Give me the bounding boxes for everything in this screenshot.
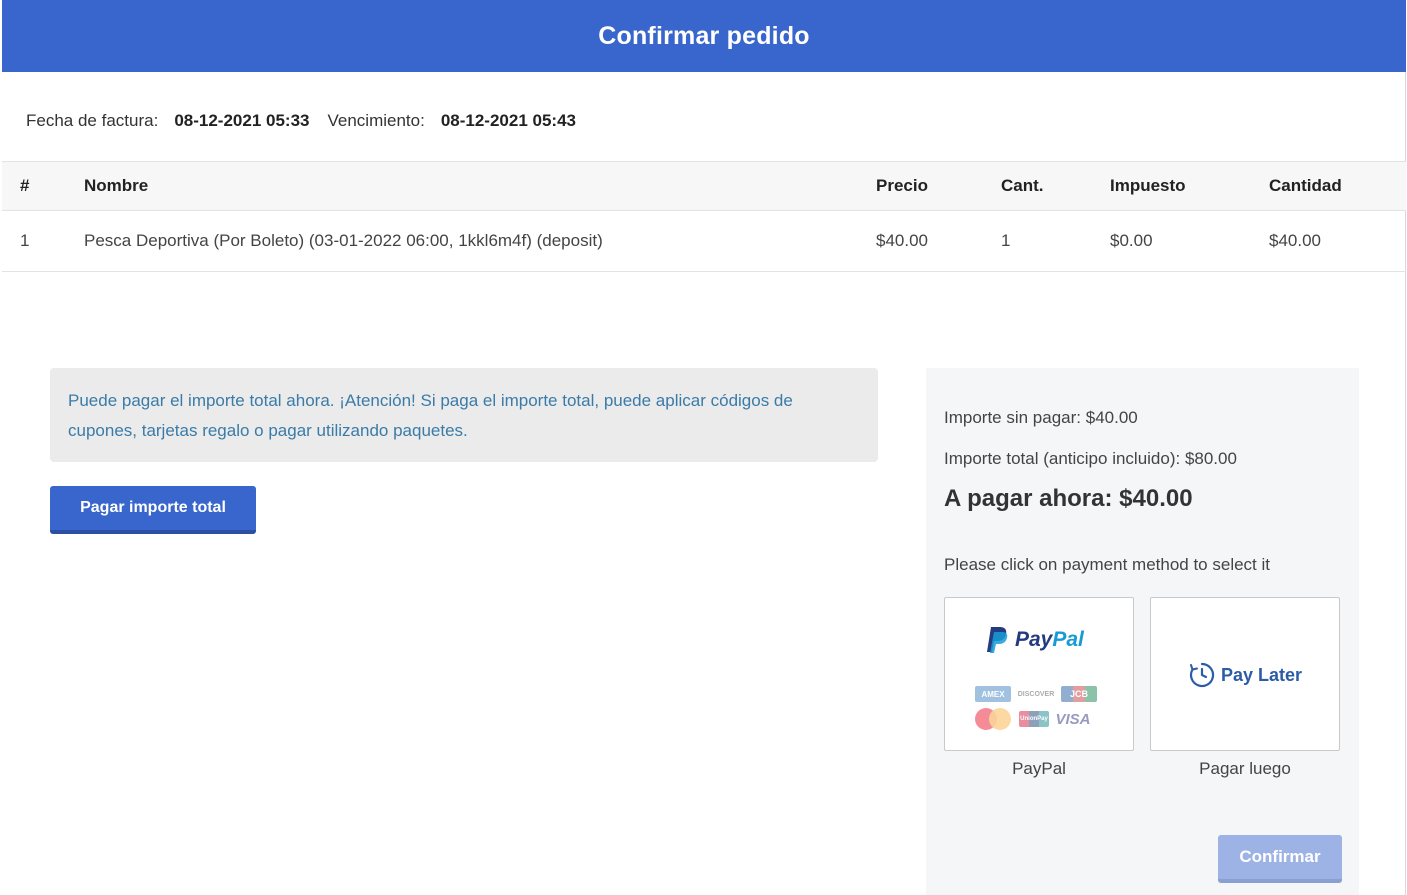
due-date-value: 08-12-2021 05:43 bbox=[440, 111, 576, 130]
jcb-icon: JCB bbox=[1061, 686, 1097, 702]
page-header: Confirmar pedido bbox=[2, 0, 1406, 72]
discover-icon: DISCOVER bbox=[1017, 690, 1055, 698]
pay-later-logo: Pay Later bbox=[1189, 662, 1302, 688]
invoice-date-value: 08-12-2021 05:33 bbox=[174, 111, 310, 130]
invoice-date-label: Fecha de factura: bbox=[26, 111, 159, 130]
payment-summary-panel: Importe sin pagar: $40.00 Importe total … bbox=[926, 368, 1359, 895]
order-page: Confirmar pedido Fecha de factura: 08-12-… bbox=[2, 0, 1406, 895]
row-number: 1 bbox=[20, 231, 30, 250]
row-tax: $0.00 bbox=[1110, 231, 1153, 250]
pay-later-caption: Pagar luego bbox=[1199, 759, 1291, 778]
row-quantity: 1 bbox=[1001, 231, 1011, 250]
mastercard-icon bbox=[975, 708, 1013, 730]
visa-icon: VISA bbox=[1055, 710, 1091, 728]
column-header-amount: Cantidad bbox=[1269, 176, 1342, 195]
accepted-cards: AMEX DISCOVER JCB UnionPay VISA bbox=[975, 686, 1105, 736]
payment-method-hint: Please click on payment method to select… bbox=[944, 555, 1270, 574]
paypal-caption: PayPal bbox=[1012, 759, 1066, 778]
row-name: Pesca Deportiva (Por Boleto) (03-01-2022… bbox=[84, 231, 603, 250]
pay-later-wordmark: Pay Later bbox=[1221, 664, 1303, 685]
column-header-tax: Impuesto bbox=[1110, 176, 1186, 195]
column-header-name: Nombre bbox=[84, 176, 149, 195]
payment-method-paypal[interactable]: PayPal AMEX DISCOVER JCB UnionPay VISA bbox=[944, 597, 1134, 751]
paypal-word-pal: Pal bbox=[1052, 628, 1084, 651]
page-title: Confirmar pedido bbox=[598, 21, 810, 50]
total-amount: Importe total (anticipo incluido): $80.0… bbox=[944, 449, 1237, 468]
pay-full-amount-button[interactable]: Pagar importe total bbox=[50, 486, 256, 534]
amex-icon: AMEX bbox=[975, 686, 1011, 702]
paypal-word-pay: Pay bbox=[1015, 628, 1053, 651]
order-table: # Nombre Precio Cant. Impuesto Cantidad … bbox=[2, 161, 1406, 272]
column-header-number: # bbox=[20, 176, 30, 195]
confirm-button[interactable]: Confirmar bbox=[1218, 835, 1342, 883]
full-payment-notice: Puede pagar el importe total ahora. ¡Ate… bbox=[50, 368, 878, 462]
paypal-logo-icon bbox=[987, 627, 1008, 653]
card-row-bottom: UnionPay VISA bbox=[975, 708, 1105, 730]
unionpay-icon: UnionPay bbox=[1019, 711, 1049, 727]
clock-icon bbox=[1189, 662, 1215, 688]
column-header-quantity: Cant. bbox=[1001, 176, 1044, 195]
paypal-logo: PayPal bbox=[985, 626, 1084, 654]
row-amount: $40.00 bbox=[1269, 231, 1321, 250]
paypal-wordmark: PayPal bbox=[1015, 628, 1084, 652]
pay-now-amount: A pagar ahora: $40.00 bbox=[944, 485, 1193, 512]
column-header-price: Precio bbox=[876, 176, 928, 195]
due-date-label: Vencimiento: bbox=[327, 111, 425, 130]
invoice-meta: Fecha de factura: 08-12-2021 05:33 Vencimi… bbox=[26, 111, 594, 131]
table-header-row: # Nombre Precio Cant. Impuesto Cantidad bbox=[2, 161, 1406, 211]
unpaid-amount: Importe sin pagar: $40.00 bbox=[944, 408, 1138, 427]
card-row-top: AMEX DISCOVER JCB bbox=[975, 686, 1105, 702]
table-row: 1 Pesca Deportiva (Por Boleto) (03-01-20… bbox=[2, 211, 1406, 272]
payment-method-pay-later[interactable]: Pay Later bbox=[1150, 597, 1340, 751]
row-price: $40.00 bbox=[876, 231, 928, 250]
